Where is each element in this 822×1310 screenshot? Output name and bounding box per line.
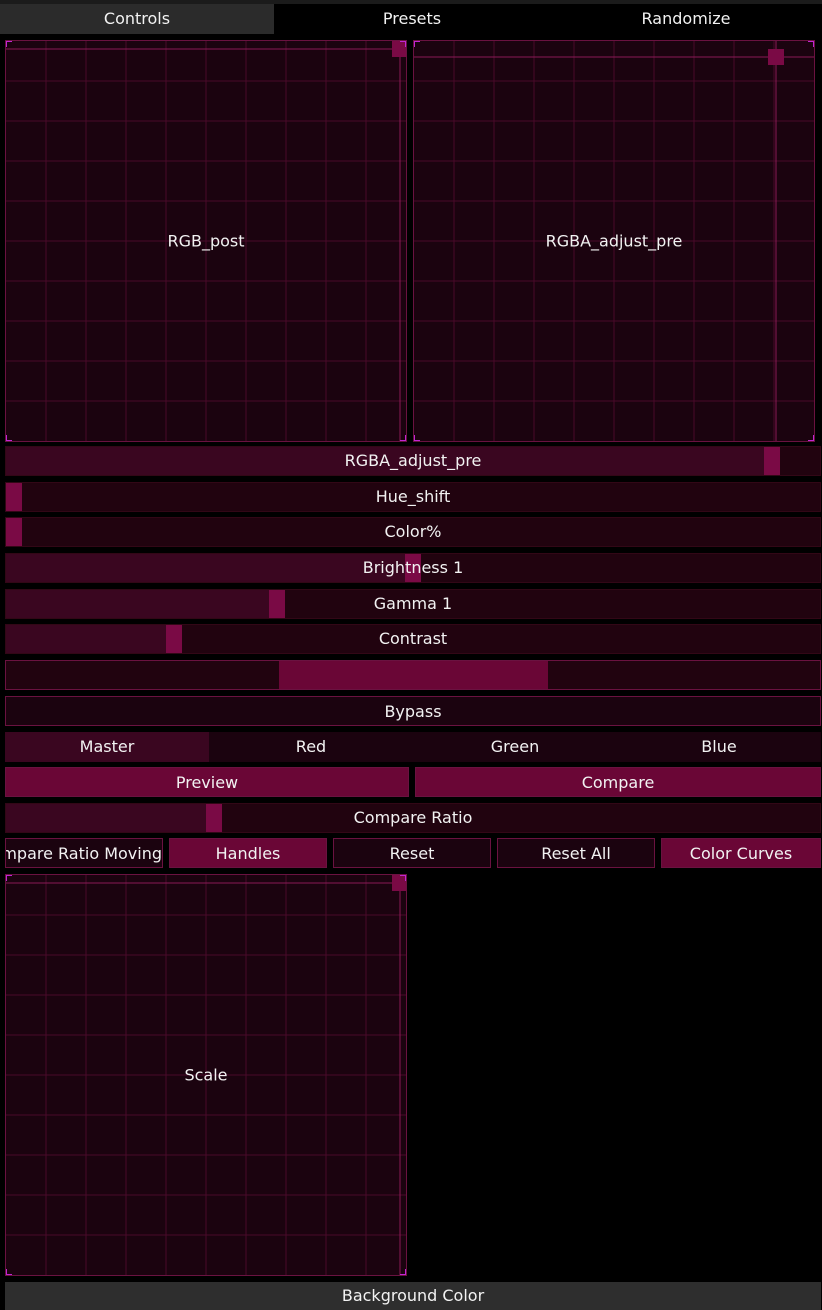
rgb-post-pad[interactable]: RGB_post	[5, 40, 407, 442]
scale-pad[interactable]: Scale	[5, 874, 407, 1276]
corner-mark	[6, 1269, 12, 1275]
compare-ratio-slider[interactable]: Compare Ratio	[5, 803, 821, 833]
reset-all-button[interactable]: Reset All	[497, 838, 655, 868]
corner-mark	[6, 875, 12, 881]
compare-ratio-moving-button[interactable]: Compare Ratio Moving	[5, 838, 163, 868]
corner-mark	[400, 875, 406, 881]
range-slider[interactable]	[5, 660, 821, 690]
corner-mark	[400, 435, 406, 441]
channel-red[interactable]: Red	[209, 732, 413, 762]
scale-label: Scale	[184, 1065, 228, 1085]
channel-blue[interactable]: Blue	[617, 732, 821, 762]
slider-label: Compare Ratio	[353, 808, 473, 827]
corner-mark	[414, 41, 420, 47]
range-selection[interactable]	[279, 661, 548, 689]
brightness-slider[interactable]: Brightness 1	[5, 553, 821, 583]
preview-button[interactable]: Preview	[5, 767, 409, 797]
rgba-adjust-pre-pad[interactable]: RGBA_adjust_pre	[413, 40, 815, 442]
slider-label: RGBA_adjust_pre	[344, 451, 482, 470]
reset-button[interactable]: Reset	[333, 838, 491, 868]
slider-label: Hue_shift	[375, 487, 451, 506]
tab-controls[interactable]: Controls	[0, 4, 274, 34]
compare-ratio-moving-label: Compare Ratio Moving	[6, 844, 162, 863]
corner-mark	[6, 41, 12, 47]
compare-button[interactable]: Compare	[415, 767, 821, 797]
gamma-slider[interactable]: Gamma 1	[5, 589, 821, 619]
contrast-slider[interactable]: Contrast	[5, 624, 821, 654]
color-curves-button[interactable]: Color Curves	[661, 838, 821, 868]
tab-presets[interactable]: Presets	[274, 4, 550, 34]
rgb-post-label: RGB_post	[167, 231, 245, 251]
channel-master[interactable]: Master	[5, 732, 209, 762]
corner-mark	[400, 1269, 406, 1275]
slider-label: Color%	[384, 522, 442, 541]
rgba-adjust-pre-label: RGBA_adjust_pre	[545, 231, 683, 251]
color-percent-slider[interactable]: Color%	[5, 517, 821, 547]
corner-mark	[808, 41, 814, 47]
slider-label: Brightness 1	[362, 558, 464, 577]
handles-button[interactable]: Handles	[169, 838, 327, 868]
background-color-button[interactable]: Background Color	[5, 1282, 821, 1310]
slider-label: Gamma 1	[373, 594, 453, 613]
corner-mark	[6, 435, 12, 441]
rgba-adjust-pre-slider[interactable]: RGBA_adjust_pre	[5, 446, 821, 476]
corner-mark	[414, 435, 420, 441]
slider-label: Contrast	[378, 629, 448, 648]
tab-bar: Controls Presets Randomize	[0, 0, 822, 34]
bypass-button[interactable]: Bypass	[5, 696, 821, 726]
channel-green[interactable]: Green	[413, 732, 617, 762]
hue-shift-slider[interactable]: Hue_shift	[5, 482, 821, 512]
tab-randomize[interactable]: Randomize	[550, 4, 822, 34]
corner-mark	[808, 435, 814, 441]
rgba-adjust-pre-handle[interactable]	[768, 49, 784, 65]
corner-mark	[400, 41, 406, 47]
